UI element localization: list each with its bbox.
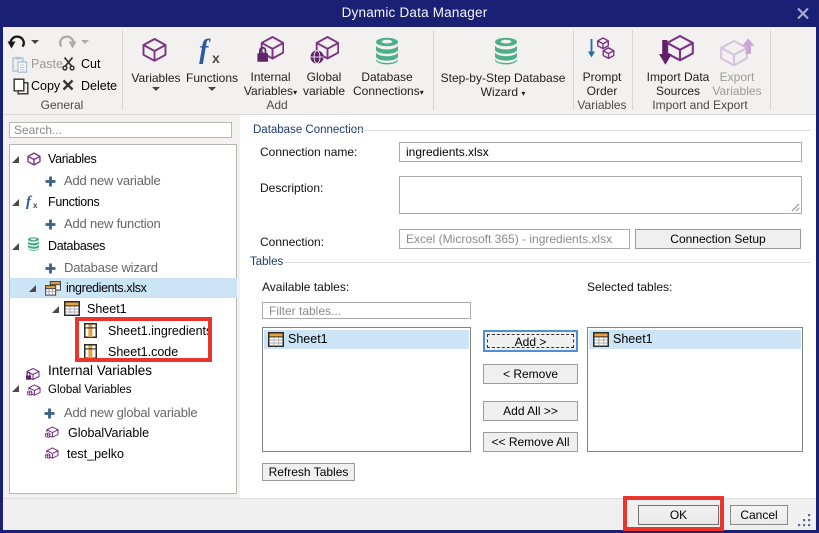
svg-text:x: x xyxy=(212,50,220,64)
svg-text:f: f xyxy=(26,194,33,209)
svg-text:f: f xyxy=(199,37,211,64)
svg-text:x: x xyxy=(33,201,38,209)
